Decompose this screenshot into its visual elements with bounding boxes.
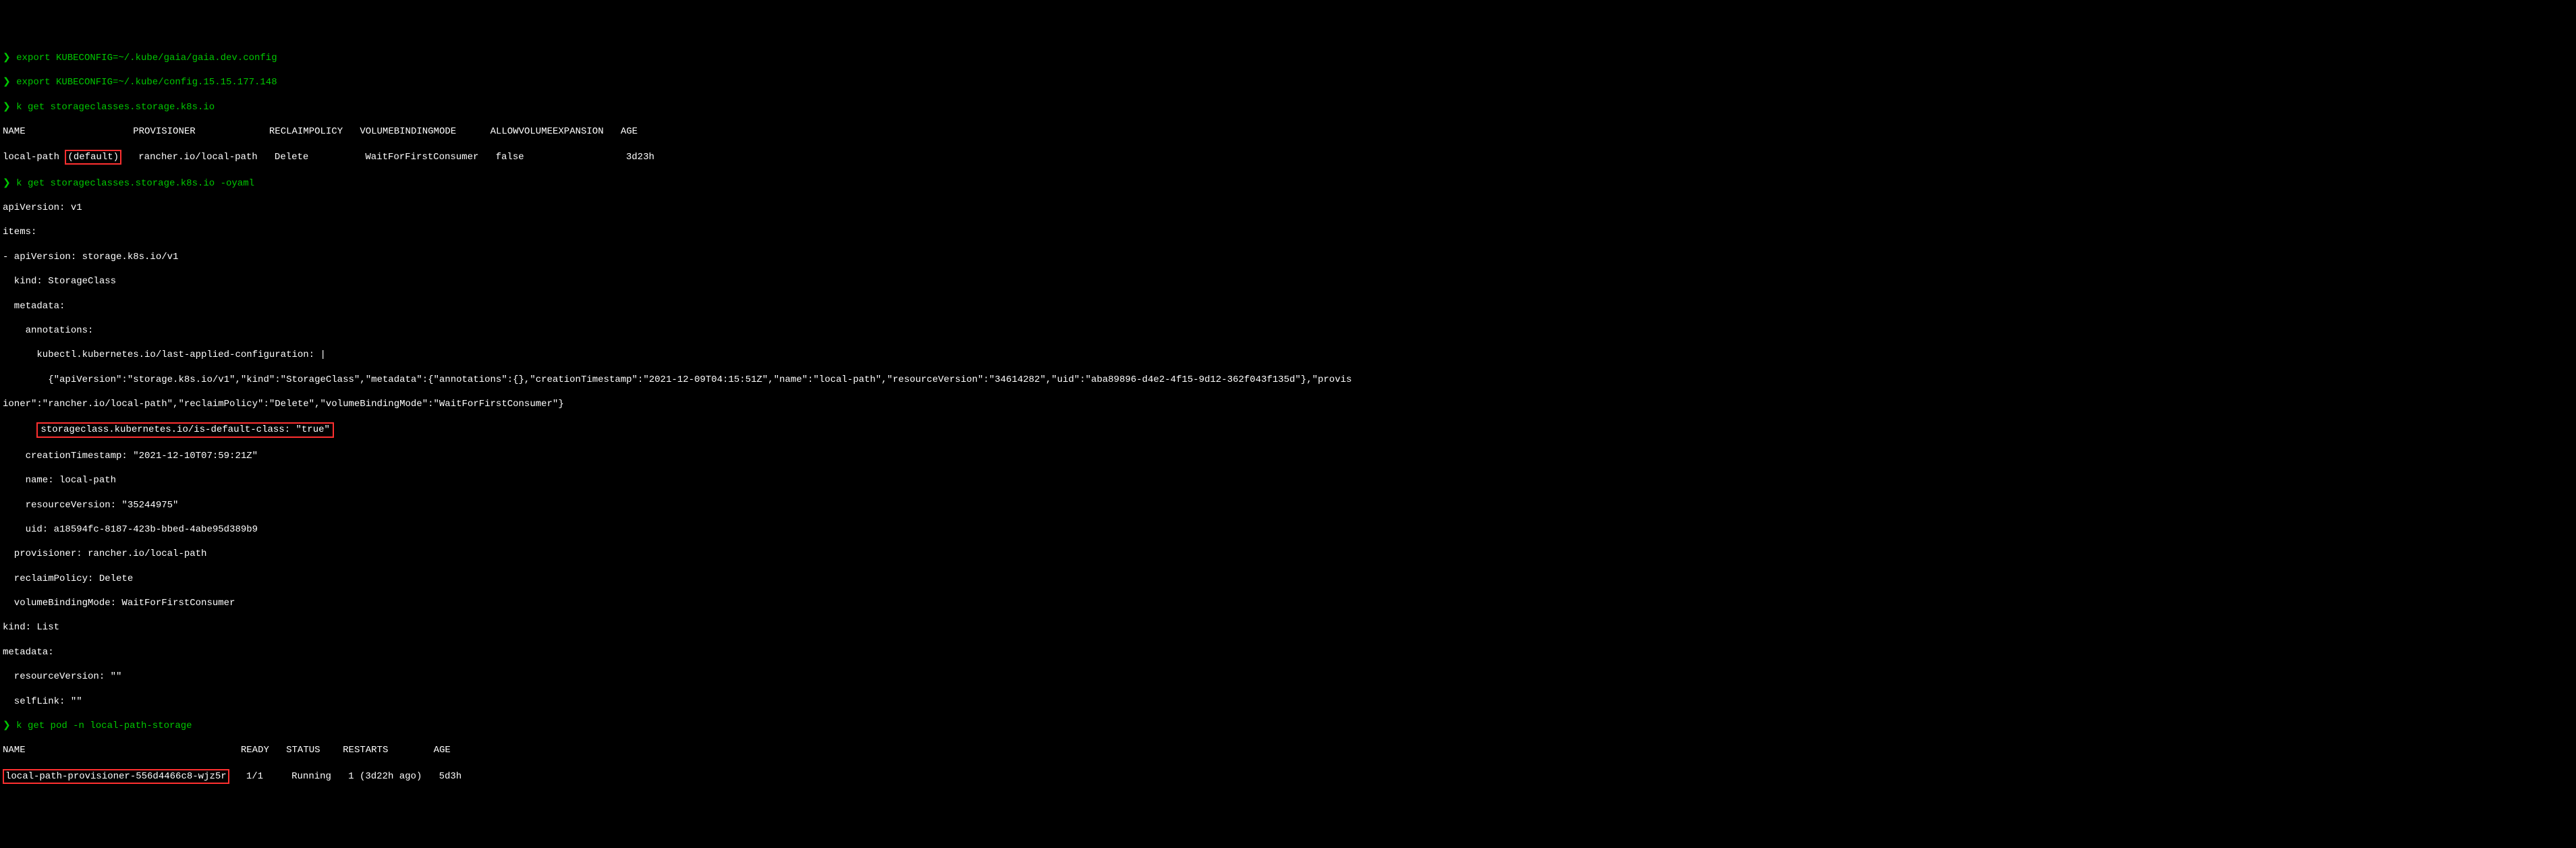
yaml-resource-version2: resourceVersion: "" [3, 671, 2573, 683]
yaml-metadata2: metadata: [3, 646, 2573, 658]
export-command-2: export KUBECONFIG=~/.kube/config.15.15.1… [16, 77, 277, 88]
sc-table-row: local-path (default) rancher.io/local-pa… [3, 150, 2573, 165]
pod-age: 5d3h [439, 771, 462, 782]
pod-header-name: NAME [3, 745, 26, 756]
header-name: NAME [3, 126, 26, 137]
get-sc-yaml-command: k get storageclasses.storage.k8s.io -oya… [16, 178, 254, 189]
yaml-creation-ts: creationTimestamp: "2021-12-10T07:59:21Z… [3, 450, 2573, 462]
pod-header-status: STATUS [286, 745, 320, 756]
header-volumebinding: VOLUMEBINDINGMODE [360, 126, 456, 137]
prompt-char: ❯ [3, 77, 11, 88]
yaml-items: items: [3, 226, 2573, 238]
header-reclaim: RECLAIMPOLICY [269, 126, 343, 137]
sc-provisioner: rancher.io/local-path [138, 152, 257, 163]
sc-allowexpansion: false [496, 152, 524, 163]
pod-name: local-path-provisioner-556d4466c8-wjz5r [5, 771, 227, 782]
yaml-kind-list: kind: List [3, 621, 2573, 633]
command-line-3: ❯ k get storageclasses.storage.k8s.io [3, 101, 2573, 113]
pod-table-header: NAME READY STATUS RESTARTS AGE [3, 744, 2573, 756]
yaml-resource-version: resourceVersion: "35244975" [3, 499, 2573, 511]
yaml-provisioner: provisioner: rancher.io/local-path [3, 548, 2573, 560]
pod-restarts: 1 (3d22h ago) [348, 771, 422, 782]
yaml-annotations: annotations: [3, 324, 2573, 337]
yaml-name: name: local-path [3, 474, 2573, 486]
default-tag-highlight: (default) [65, 150, 121, 165]
pod-header-age: AGE [434, 745, 451, 756]
yaml-kind-sc: kind: StorageClass [3, 275, 2573, 287]
prompt-char: ❯ [3, 720, 11, 731]
sc-table-header: NAME PROVISIONER RECLAIMPOLICY VOLUMEBIN… [3, 125, 2573, 138]
yaml-uid: uid: a18594fc-8187-423b-bbed-4abe95d389b… [3, 524, 2573, 536]
get-pod-command: k get pod -n local-path-storage [16, 720, 192, 731]
pod-header-restarts: RESTARTS [343, 745, 388, 756]
pod-name-highlight: local-path-provisioner-556d4466c8-wjz5r [3, 769, 229, 784]
yaml-reclaim-policy: reclaimPolicy: Delete [3, 573, 2573, 585]
header-allowexpansion: ALLOWVOLUMEEXPANSION [491, 126, 604, 137]
pod-table-row: local-path-provisioner-556d4466c8-wjz5r … [3, 769, 2573, 784]
command-line-4: ❯ k get storageclasses.storage.k8s.io -o… [3, 177, 2573, 190]
header-age: AGE [621, 126, 638, 137]
default-tag: (default) [67, 152, 119, 163]
yaml-last-applied-val2: ioner":"rancher.io/local-path","reclaimP… [3, 398, 2573, 410]
header-provisioner: PROVISIONER [133, 126, 195, 137]
export-command-1: export KUBECONFIG=~/.kube/gaia/gaia.dev.… [16, 53, 277, 63]
yaml-metadata: metadata: [3, 300, 2573, 312]
prompt-char: ❯ [3, 102, 11, 113]
command-line-2: ❯ export KUBECONFIG=~/.kube/config.15.15… [3, 76, 2573, 88]
command-line-5: ❯ k get pod -n local-path-storage [3, 720, 2573, 732]
pod-ready: 1/1 [246, 771, 263, 782]
sc-reclaim: Delete [275, 152, 308, 163]
yaml-last-applied-val: {"apiVersion":"storage.k8s.io/v1","kind"… [3, 374, 2573, 386]
sc-name-prefix: local-path [3, 152, 65, 163]
yaml-is-default: storageclass.kubernetes.io/is-default-cl… [40, 424, 329, 435]
prompt-char: ❯ [3, 53, 11, 63]
yaml-self-link: selfLink: "" [3, 696, 2573, 708]
pod-status: Running [291, 771, 331, 782]
yaml-volume-binding: volumeBindingMode: WaitForFirstConsumer [3, 597, 2573, 609]
pod-header-ready: READY [241, 745, 269, 756]
sc-age: 3d23h [626, 152, 654, 163]
prompt-char: ❯ [3, 178, 11, 189]
yaml-last-applied-key: kubectl.kubernetes.io/last-applied-confi… [3, 349, 2573, 361]
yaml-is-default-line: storageclass.kubernetes.io/is-default-cl… [3, 422, 2573, 437]
get-sc-command: k get storageclasses.storage.k8s.io [16, 102, 215, 113]
yaml-apiversion: apiVersion: v1 [3, 202, 2573, 214]
sc-volumebinding: WaitForFirstConsumer [365, 152, 478, 163]
is-default-highlight: storageclass.kubernetes.io/is-default-cl… [36, 422, 333, 437]
yaml-item-api: - apiVersion: storage.k8s.io/v1 [3, 251, 2573, 263]
command-line-1: ❯ export KUBECONFIG=~/.kube/gaia/gaia.de… [3, 52, 2573, 64]
